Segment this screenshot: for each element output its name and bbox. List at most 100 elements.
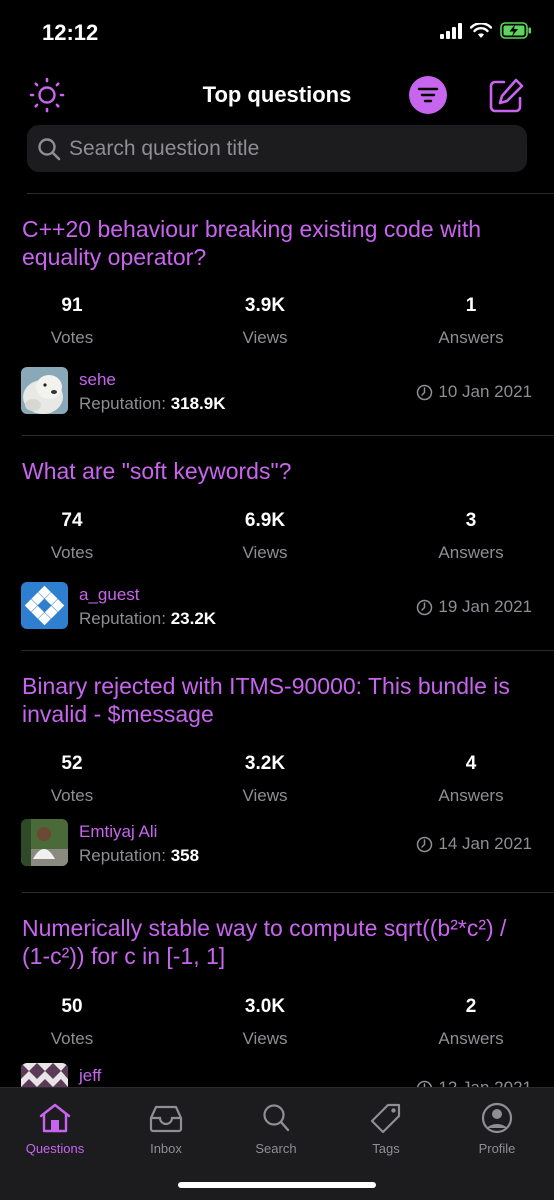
status-bar: 12:12 <box>0 0 554 64</box>
tab-label: Tags <box>372 1141 400 1156</box>
votes-label: Votes <box>50 1029 94 1048</box>
compose-icon <box>489 78 524 113</box>
date-text: 19 Jan 2021 <box>438 597 532 616</box>
votes-stat: 91 Votes <box>12 295 132 348</box>
question-date: 12 Jan 2021 <box>416 1078 532 1087</box>
home-icon <box>39 1103 71 1133</box>
clock-icon <box>417 384 433 400</box>
votes-stat: 50 Votes <box>12 996 132 1049</box>
search-icon <box>38 137 61 160</box>
reputation-value: 318.9K <box>170 394 226 413</box>
votes-stat: 52 Votes <box>12 753 132 806</box>
answers-stat: 3 Answers <box>411 510 531 563</box>
tab-questions[interactable]: Questions <box>5 1102 105 1156</box>
views-count: 3.2K <box>244 753 286 774</box>
views-stat: 3.2K Views <box>205 753 325 806</box>
question-title[interactable]: What are "soft keywords"? <box>22 457 537 485</box>
nav-header: Top questions <box>0 70 554 120</box>
question-title[interactable]: C++20 behaviour breaking existing code w… <box>22 215 537 271</box>
page-title: Top questions <box>202 82 352 107</box>
question-title[interactable]: Numerically stable way to compute sqrt((… <box>22 914 537 970</box>
pattern-avatar-icon <box>21 1063 68 1087</box>
question-card[interactable]: C++20 behaviour breaking existing code w… <box>0 194 554 436</box>
search-bar <box>27 125 527 172</box>
tag-icon <box>370 1103 401 1134</box>
answers-label: Answers <box>438 543 504 562</box>
question-list[interactable]: C++20 behaviour breaking existing code w… <box>0 194 554 1087</box>
views-label: Views <box>242 786 288 805</box>
date-text: 10 Jan 2021 <box>438 382 532 401</box>
question-card[interactable]: Numerically stable way to compute sqrt((… <box>0 893 554 1087</box>
votes-count: 91 <box>61 295 83 316</box>
answers-count: 2 <box>465 996 477 1017</box>
reputation: Reputation: 318.9K <box>79 394 226 414</box>
inbox-icon <box>149 1105 183 1133</box>
tab-label: Questions <box>25 1141 85 1156</box>
votes-stat: 74 Votes <box>12 510 132 563</box>
question-date: 19 Jan 2021 <box>416 597 532 617</box>
profile-icon <box>481 1102 513 1134</box>
answers-label: Answers <box>438 1029 504 1048</box>
answers-label: Answers <box>438 786 504 805</box>
reputation-label: Reputation: <box>79 394 166 413</box>
photo-avatar-icon <box>21 819 68 866</box>
views-label: Views <box>242 1029 288 1048</box>
question-date: 14 Jan 2021 <box>416 834 532 854</box>
tab-label: Profile <box>478 1141 516 1156</box>
user-avatar[interactable] <box>21 819 68 866</box>
reputation-label: Reputation: <box>79 846 166 865</box>
tab-label: Search <box>255 1141 297 1156</box>
reputation-value: 23.2K <box>170 609 217 628</box>
question-card[interactable]: What are "soft keywords"? 74 Votes 6.9K … <box>0 436 554 651</box>
tab-search[interactable]: Search <box>226 1102 326 1156</box>
user-name[interactable]: sehe <box>79 370 116 390</box>
votes-label: Votes <box>50 328 94 347</box>
search-icon <box>263 1104 290 1132</box>
votes-count: 52 <box>61 753 83 774</box>
user-name[interactable]: Emtiyaj Ali <box>79 822 157 842</box>
views-count: 3.0K <box>244 996 286 1017</box>
answers-stat: 4 Answers <box>411 753 531 806</box>
question-title[interactable]: Binary rejected with ITMS-90000: This bu… <box>22 672 537 728</box>
views-stat: 3.9K Views <box>205 295 325 348</box>
status-time: 12:12 <box>42 20 99 45</box>
views-label: Views <box>242 328 288 347</box>
answers-count: 1 <box>465 295 477 316</box>
votes-count: 74 <box>61 510 83 531</box>
answers-label: Answers <box>438 328 504 347</box>
identicon-avatar-icon <box>21 582 68 629</box>
user-avatar[interactable] <box>21 1063 68 1087</box>
views-label: Views <box>242 543 288 562</box>
reputation-value: 358 <box>170 846 200 865</box>
votes-label: Votes <box>50 543 94 562</box>
search-input[interactable] <box>69 136 527 161</box>
reputation: Reputation: 358 <box>79 846 199 866</box>
tab-label: Inbox <box>150 1141 182 1156</box>
user-avatar[interactable] <box>21 582 68 629</box>
answers-count: 4 <box>465 753 477 774</box>
reputation: Reputation: 23.2K <box>79 609 216 629</box>
question-card[interactable]: Binary rejected with ITMS-90000: This bu… <box>0 651 554 893</box>
user-name[interactable]: jeff <box>79 1066 101 1086</box>
tab-inbox[interactable]: Inbox <box>116 1102 216 1156</box>
filter-button[interactable] <box>409 76 447 114</box>
home-indicator[interactable] <box>178 1182 376 1188</box>
views-stat: 3.0K Views <box>205 996 325 1049</box>
date-text: 14 Jan 2021 <box>438 834 532 853</box>
tab-profile[interactable]: Profile <box>447 1102 547 1156</box>
battery-charging-icon <box>500 22 531 39</box>
polar-bear-avatar-icon <box>21 367 68 414</box>
tab-tags[interactable]: Tags <box>336 1102 436 1156</box>
votes-count: 50 <box>61 996 83 1017</box>
user-name[interactable]: a_guest <box>79 585 140 605</box>
question-date: 10 Jan 2021 <box>416 382 532 402</box>
date-text: 12 Jan 2021 <box>438 1078 532 1087</box>
views-count: 6.9K <box>244 510 286 531</box>
views-stat: 6.9K Views <box>205 510 325 563</box>
user-avatar[interactable] <box>21 367 68 414</box>
clock-icon <box>417 599 433 615</box>
votes-label: Votes <box>50 786 94 805</box>
compose-button[interactable] <box>486 76 526 116</box>
wifi-icon <box>470 22 492 38</box>
reputation-label: Reputation: <box>79 609 166 628</box>
